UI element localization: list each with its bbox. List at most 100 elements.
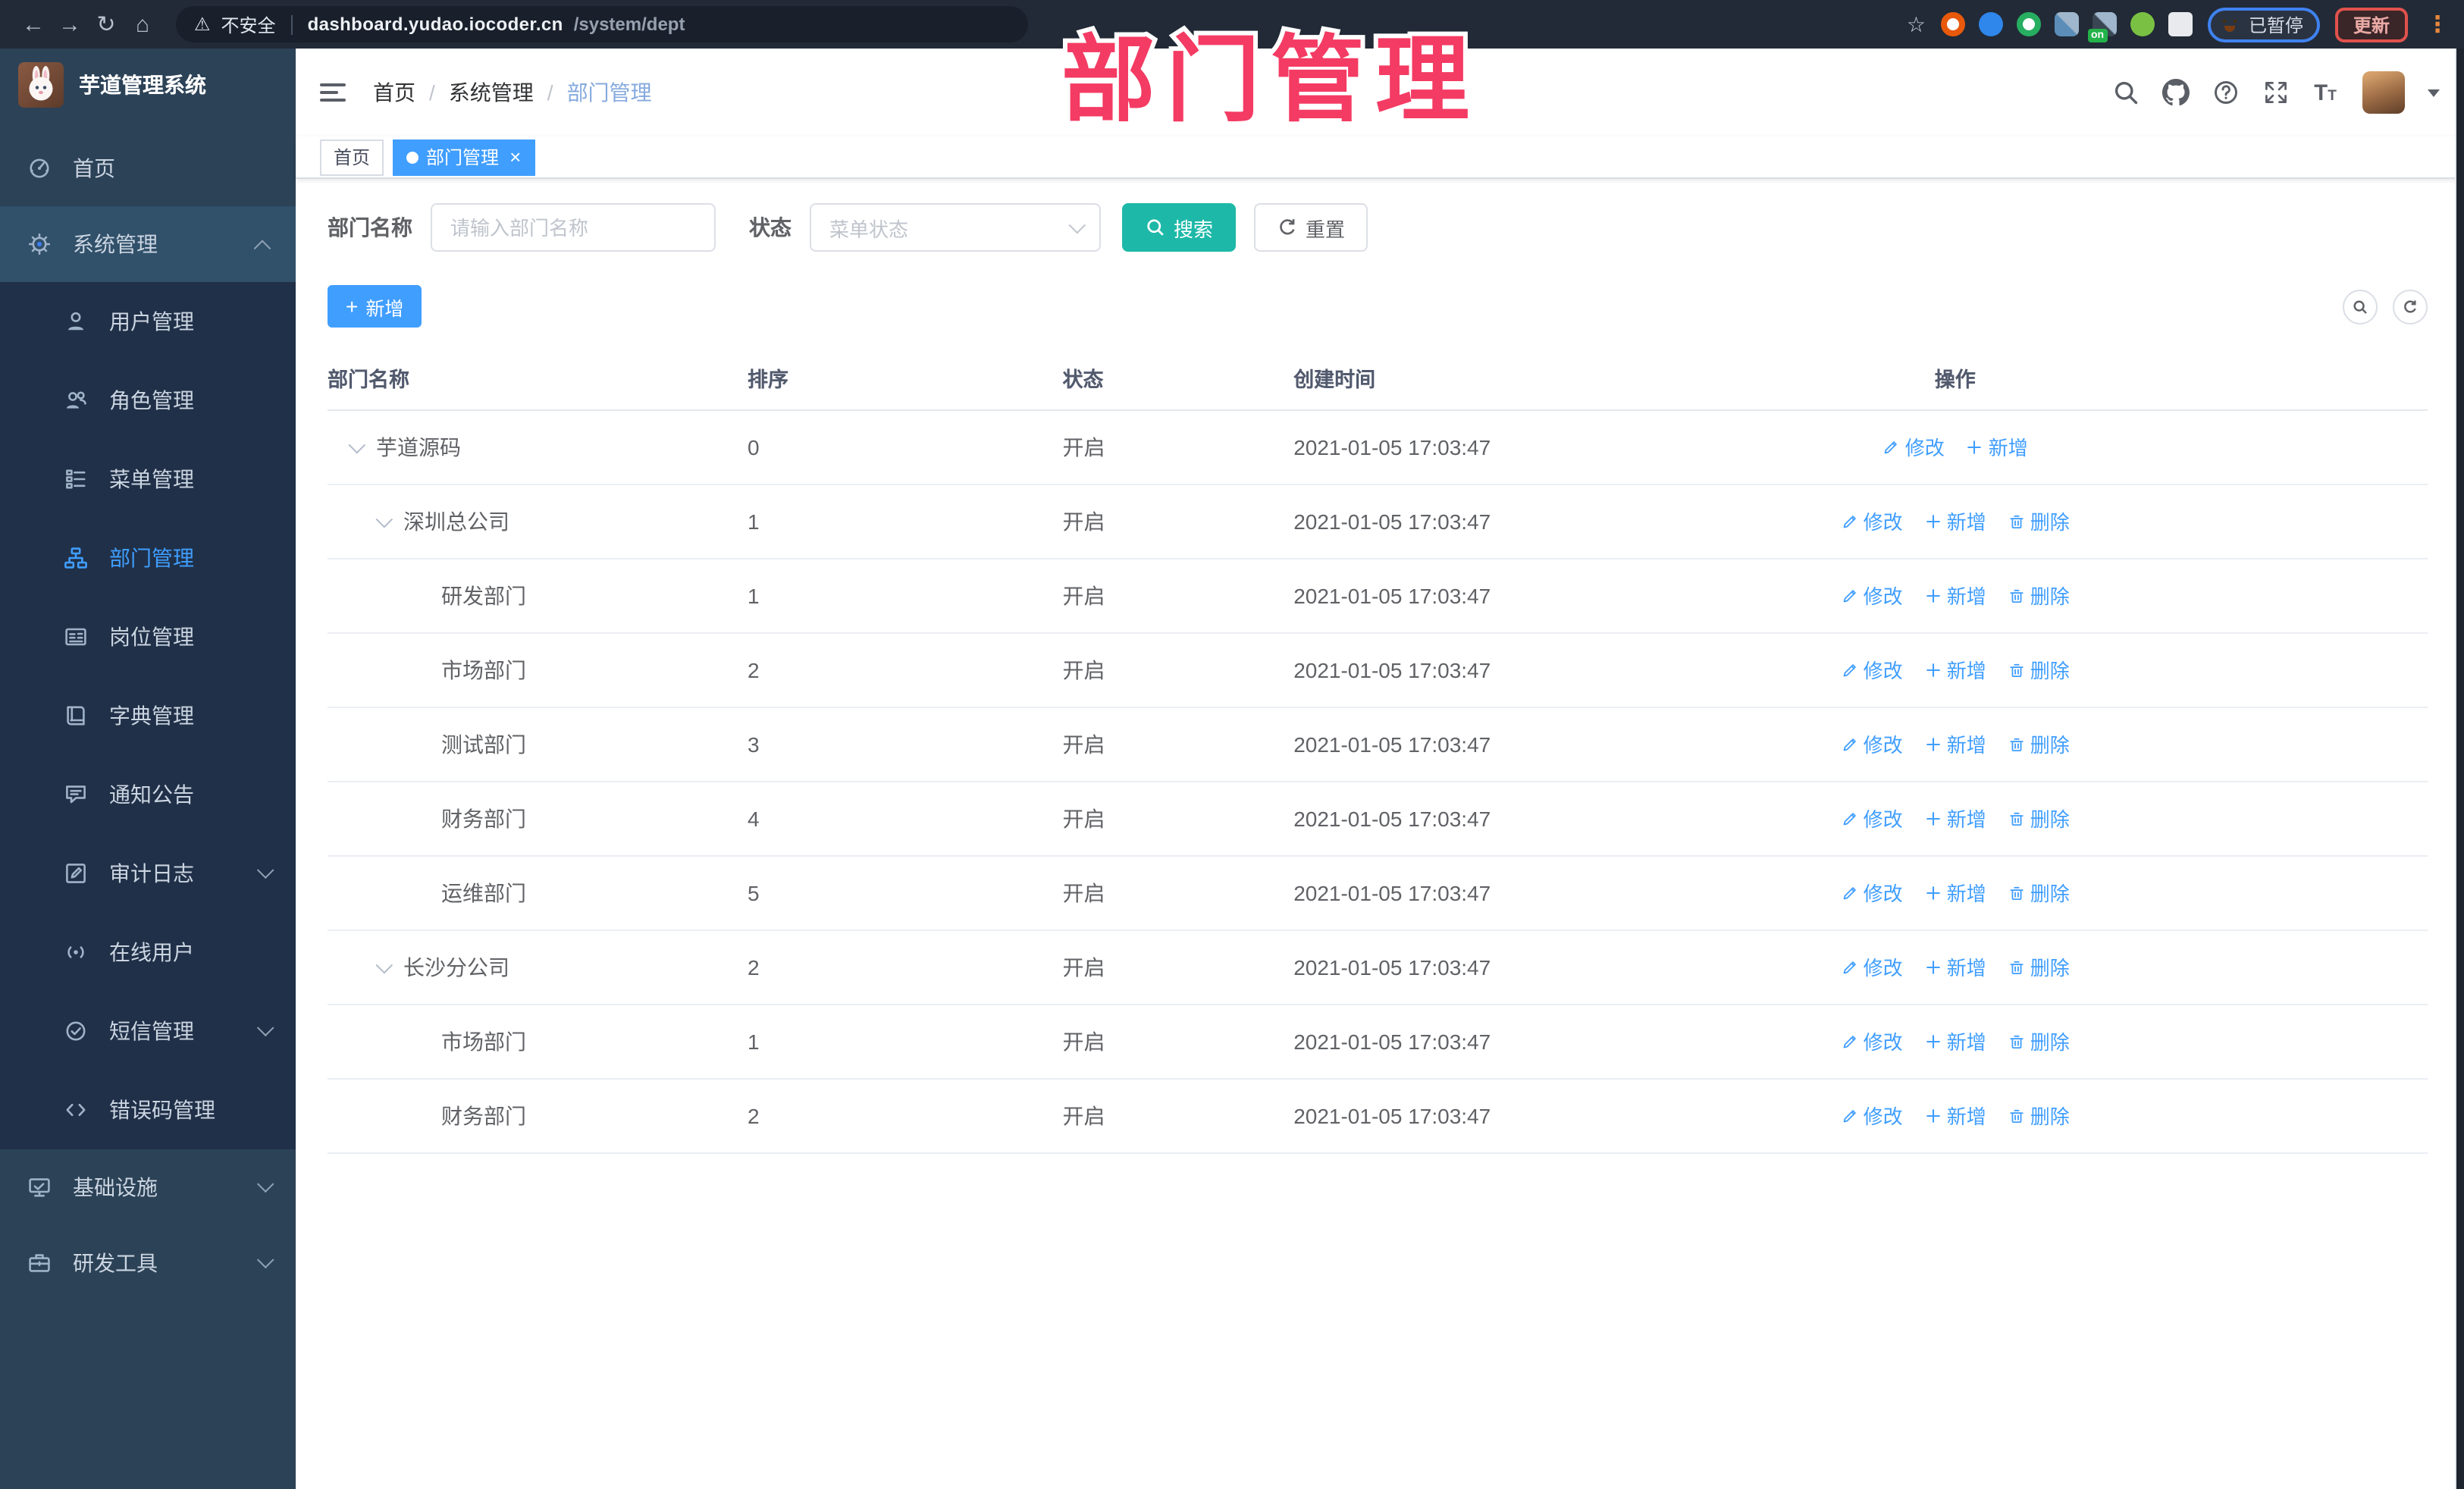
add-link[interactable]: 新增: [1966, 432, 2028, 461]
table-row[interactable]: 市场部门 2 开启 2021-01-05 17:03:47 修改 新增 删除: [328, 632, 2428, 707]
font-size-icon[interactable]: TT: [2312, 79, 2340, 106]
breadcrumb-item[interactable]: 系统管理: [449, 77, 534, 108]
github-icon[interactable]: [2162, 79, 2190, 106]
edit-link[interactable]: 修改: [1841, 804, 1903, 832]
bookmark-star-icon[interactable]: ☆: [1907, 11, 1926, 37]
table-row[interactable]: 市场部门 1 开启 2021-01-05 17:03:47 修改 新增 删除: [328, 1004, 2428, 1079]
add-link[interactable]: 新增: [1924, 1027, 1986, 1055]
tab-首页[interactable]: 首页: [320, 139, 384, 175]
table-row[interactable]: 研发部门 1 开启 2021-01-05 17:03:47 修改 新增 删除: [328, 558, 2428, 633]
edit-link[interactable]: 修改: [1841, 878, 1903, 907]
table-row[interactable]: 财务部门 4 开启 2021-01-05 17:03:47 修改 新增 删除: [328, 781, 2428, 856]
add-link[interactable]: 新增: [1924, 581, 1986, 610]
sidebar-item-label: 菜单管理: [109, 467, 194, 491]
delete-link[interactable]: 删除: [2008, 655, 2070, 684]
tabs-extension-icon[interactable]: on: [2087, 12, 2117, 42]
search-icon[interactable]: [2112, 79, 2140, 106]
table-row[interactable]: 测试部门 3 开启 2021-01-05 17:03:47 修改 新增 删除: [328, 707, 2428, 782]
add-link[interactable]: 新增: [1924, 1101, 1986, 1130]
edit-link[interactable]: 修改: [1882, 432, 1945, 461]
leaf-extension-icon[interactable]: [2130, 12, 2155, 36]
delete-link[interactable]: 删除: [2008, 952, 2070, 981]
delete-link[interactable]: 删除: [2008, 878, 2070, 907]
avatar[interactable]: [2362, 71, 2405, 114]
browser-update-button[interactable]: 更新: [2334, 7, 2408, 42]
home-icon[interactable]: ⌂: [124, 11, 161, 37]
status-select[interactable]: 菜单状态: [810, 203, 1101, 252]
forward-icon[interactable]: →: [52, 11, 88, 37]
add-link[interactable]: 新增: [1924, 729, 1986, 758]
table-row[interactable]: 长沙分公司 2 开启 2021-01-05 17:03:47 修改 新增 删除: [328, 929, 2428, 1005]
security-label[interactable]: 不安全: [221, 11, 276, 37]
delete-link[interactable]: 删除: [2008, 506, 2070, 535]
grid-extension-icon[interactable]: [2054, 12, 2079, 36]
delete-link[interactable]: 删除: [2008, 804, 2070, 832]
sidebar-item-角色管理[interactable]: 角色管理: [0, 361, 296, 440]
add-link[interactable]: 新增: [1924, 952, 1986, 981]
sidebar-item-系统管理[interactable]: 系统管理: [0, 206, 296, 282]
sidebar-item-通知公告[interactable]: 通知公告: [0, 755, 296, 834]
delete-link[interactable]: 删除: [2008, 1027, 2070, 1055]
breadcrumb-item[interactable]: 首页: [373, 77, 415, 108]
sidebar-item-错误码管理[interactable]: 错误码管理: [0, 1071, 296, 1149]
tab-部门管理[interactable]: 部门管理 ×: [393, 139, 535, 175]
table-row[interactable]: 运维部门 5 开启 2021-01-05 17:03:47 修改 新增 删除: [328, 855, 2428, 930]
target-extension-icon[interactable]: [1940, 12, 1965, 36]
delete-link[interactable]: 删除: [2008, 581, 2070, 610]
action-label: 新增: [1946, 511, 1986, 534]
sidebar-item-菜单管理[interactable]: 菜单管理: [0, 440, 296, 519]
expand-caret-icon[interactable]: [375, 509, 393, 528]
sidebar-item-审计日志[interactable]: 审计日志: [0, 834, 296, 913]
sidebar-item-短信管理[interactable]: 短信管理: [0, 992, 296, 1071]
edit-icon: [1841, 586, 1859, 604]
add-link[interactable]: 新增: [1924, 878, 1986, 907]
chevron-down-icon: [256, 861, 274, 879]
url-bar[interactable]: ⚠ 不安全 dashboard.yudao.iocoder.cn/system/…: [176, 6, 1028, 42]
table-row[interactable]: 财务部门 2 开启 2021-01-05 17:03:47 修改 新增 删除: [328, 1078, 2428, 1153]
reload-icon[interactable]: ↻: [88, 11, 124, 38]
show-search-toggle-button[interactable]: [2343, 289, 2378, 324]
reset-button[interactable]: 重置: [1254, 203, 1368, 252]
expand-caret-icon[interactable]: [375, 955, 393, 973]
add-link[interactable]: 新增: [1924, 506, 1986, 535]
table-row[interactable]: 芋道源码 0 开启 2021-01-05 17:03:47 修改 新增: [328, 409, 2428, 484]
edit-link[interactable]: 修改: [1841, 1101, 1903, 1130]
table-row[interactable]: 深圳总公司 1 开启 2021-01-05 17:03:47 修改 新增 删除: [328, 484, 2428, 559]
sidebar-item-研发工具[interactable]: 研发工具: [0, 1225, 296, 1301]
help-icon[interactable]: [2212, 79, 2240, 106]
search-button[interactable]: 搜索: [1122, 203, 1237, 252]
refresh-table-button[interactable]: [2393, 289, 2428, 324]
edit-link[interactable]: 修改: [1841, 581, 1903, 610]
sidebar-item-岗位管理[interactable]: 岗位管理: [0, 597, 296, 676]
delete-link[interactable]: 删除: [2008, 729, 2070, 758]
sidebar-item-首页[interactable]: 首页: [0, 130, 296, 206]
fullscreen-icon[interactable]: [2262, 79, 2290, 106]
delete-link[interactable]: 删除: [2008, 1101, 2070, 1130]
chevron-down-icon[interactable]: [2428, 89, 2440, 96]
close-icon[interactable]: ×: [509, 147, 521, 167]
app-logo[interactable]: 芋道管理系统: [0, 49, 296, 121]
edit-link[interactable]: 修改: [1841, 952, 1903, 981]
edit-link[interactable]: 修改: [1841, 1027, 1903, 1055]
add-link[interactable]: 新增: [1924, 804, 1986, 832]
edit-link[interactable]: 修改: [1841, 729, 1903, 758]
expand-caret-icon[interactable]: [348, 435, 366, 453]
v-extension-icon[interactable]: [2016, 12, 2041, 36]
sidebar-item-基础设施[interactable]: 基础设施: [0, 1149, 296, 1225]
sidebar-item-部门管理[interactable]: 部门管理: [0, 519, 296, 597]
dept-name-input[interactable]: [431, 203, 716, 252]
puzzle-extension-icon[interactable]: [2168, 12, 2193, 36]
profile-paused-badge[interactable]: 已暂停: [2207, 7, 2320, 42]
scrollbar[interactable]: [2456, 49, 2464, 1489]
sidebar-item-用户管理[interactable]: 用户管理: [0, 282, 296, 361]
back-icon[interactable]: ←: [15, 11, 52, 37]
add-button[interactable]: + 新增: [328, 285, 422, 328]
edit-link[interactable]: 修改: [1841, 506, 1903, 535]
hamburger-icon[interactable]: [320, 83, 346, 102]
pin-extension-icon[interactable]: [1978, 12, 2003, 36]
kebab-menu-icon[interactable]: ⋮: [2426, 11, 2449, 38]
sidebar-item-在线用户[interactable]: 在线用户: [0, 913, 296, 992]
add-link[interactable]: 新增: [1924, 655, 1986, 684]
sidebar-item-字典管理[interactable]: 字典管理: [0, 676, 296, 755]
edit-link[interactable]: 修改: [1841, 655, 1903, 684]
